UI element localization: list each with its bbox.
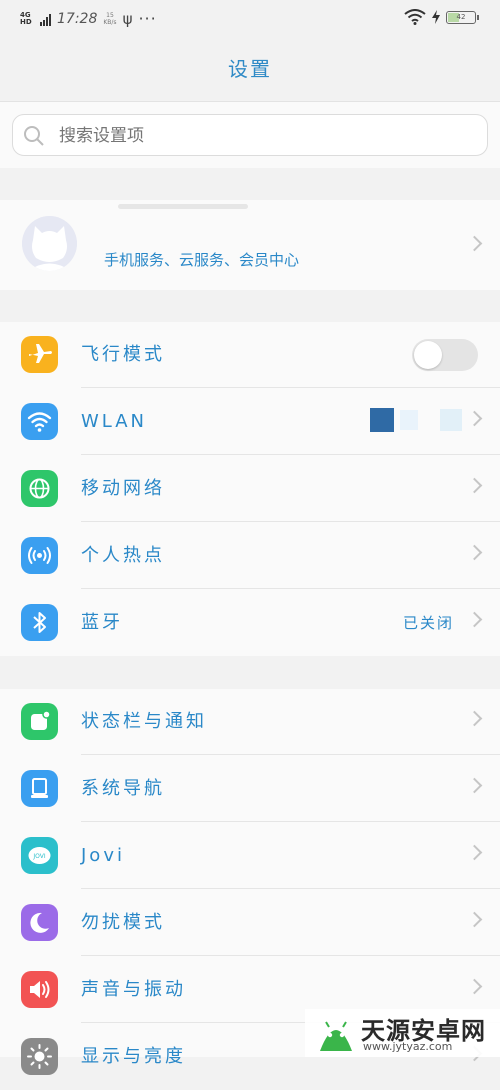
bluetooth-status: 已关闭 <box>402 614 454 632</box>
settings-item-label: 勿扰模式 <box>81 912 165 933</box>
airplane-mode-toggle[interactable] <box>412 339 478 371</box>
battery-icon: 42 <box>446 10 479 24</box>
settings-item-do-not-disturb[interactable]: 勿扰模式 <box>0 890 500 956</box>
charging-icon <box>432 10 440 24</box>
settings-item-wlan[interactable]: WLAN <box>0 389 500 455</box>
settings-item-label: 飞行模式 <box>81 344 165 365</box>
watermark-url: www.jytyaz.com <box>363 1040 453 1053</box>
jovi-icon: JOVI <box>21 837 58 874</box>
battery-level: 42 <box>456 12 466 21</box>
site-watermark: 天源安卓网 www.jytyaz.com <box>305 1009 500 1057</box>
notification-icon <box>21 703 58 740</box>
settings-item-label: 状态栏与通知 <box>81 711 207 732</box>
settings-item-jovi[interactable]: JOVI Jovi <box>0 823 500 889</box>
navigation-icon <box>21 770 58 807</box>
wifi-status-icon <box>404 9 426 25</box>
settings-item-label: 系统导航 <box>81 778 165 799</box>
settings-item-label: 移动网络 <box>81 478 165 499</box>
search-icon <box>24 126 44 146</box>
settings-item-system-navigation[interactable]: 系统导航 <box>0 756 500 822</box>
chevron-right-icon <box>466 911 483 928</box>
chevron-right-icon <box>466 477 483 494</box>
chevron-right-icon <box>466 844 483 861</box>
status-bar: 4G HD 17:28 15 KB/s ψ ··· 42 <box>0 0 500 38</box>
page-title: 设置 <box>228 57 272 81</box>
search-input[interactable] <box>57 115 461 157</box>
settings-item-airplane-mode[interactable]: 飞行模式 <box>0 322 500 388</box>
chevron-right-icon <box>466 611 483 628</box>
settings-item-label: WLAN <box>81 411 148 432</box>
settings-item-bluetooth[interactable]: 蓝牙 已关闭 <box>0 590 500 656</box>
settings-item-label: 蓝牙 <box>81 612 123 633</box>
clock: 17:28 <box>57 10 98 27</box>
chevron-right-icon <box>466 978 483 995</box>
chevron-right-icon <box>466 777 483 794</box>
search-section <box>0 102 500 168</box>
avatar[interactable] <box>22 216 77 271</box>
system-group: 状态栏与通知 系统导航 JOVI Jovi 勿扰模式 声音与振动 显示与亮度 <box>0 689 500 1075</box>
usb-icon: ψ <box>122 9 133 28</box>
moon-icon <box>21 904 58 941</box>
signal-bars-icon <box>40 13 51 26</box>
svg-text:JOVI: JOVI <box>32 853 45 860</box>
more-notifications-icon: ··· <box>138 9 157 28</box>
account-card[interactable]: 手机服务、云服务、会员中心 <box>0 200 500 290</box>
settings-item-label: 显示与亮度 <box>81 1046 186 1067</box>
chevron-right-icon <box>466 410 483 427</box>
globe-icon <box>21 470 58 507</box>
app-header: 设置 <box>0 38 500 101</box>
wifi-icon <box>21 403 58 440</box>
hotspot-icon <box>21 537 58 574</box>
search-box[interactable] <box>12 114 488 157</box>
settings-item-mobile-network[interactable]: 移动网络 <box>0 456 500 522</box>
signal-indicator: 4G HD <box>20 10 51 26</box>
network-speed: 15 KB/s <box>103 11 117 26</box>
chevron-right-icon <box>466 710 483 727</box>
chevron-right-icon <box>466 235 483 252</box>
avatar-icon <box>22 216 77 271</box>
connectivity-group: 飞行模式 WLAN 移动网络 个人热点 蓝牙 已关闭 <box>0 322 500 656</box>
speaker-icon <box>21 971 58 1008</box>
airplane-icon <box>21 336 58 373</box>
settings-item-hotspot[interactable]: 个人热点 <box>0 523 500 589</box>
account-subtitle: 手机服务、云服务、会员中心 <box>104 251 300 269</box>
android-logo-icon <box>320 1021 352 1051</box>
settings-item-label: Jovi <box>81 845 125 866</box>
bluetooth-icon <box>21 604 58 641</box>
settings-item-label: 声音与振动 <box>81 979 186 1000</box>
network-type: 4G HD <box>20 10 32 26</box>
settings-item-status-bar-notifications[interactable]: 状态栏与通知 <box>0 689 500 755</box>
chevron-right-icon <box>466 544 483 561</box>
settings-item-label: 个人热点 <box>81 545 165 566</box>
